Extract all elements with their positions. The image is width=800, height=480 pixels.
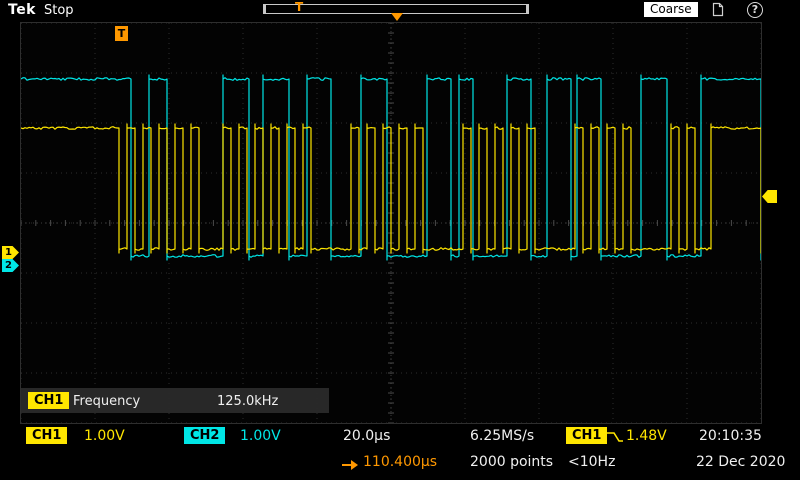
coarse-button[interactable]: Coarse <box>644 2 698 17</box>
ch1-reference-marker[interactable]: 1 <box>2 246 19 259</box>
graticule: T <box>20 22 762 424</box>
trigger-level-marker[interactable] <box>762 190 777 203</box>
measurement-name: Frequency <box>73 394 140 409</box>
tek-logo: Tek <box>8 2 36 18</box>
clock-time: 20:10:35 <box>699 428 762 444</box>
ch1-waveform <box>21 124 761 253</box>
measurement-channel-badge: CH1 <box>28 392 69 409</box>
record-length-readout: 2000 points <box>470 454 553 470</box>
trigger-frequency-readout: <10Hz <box>568 454 615 470</box>
help-icon[interactable]: ? <box>747 2 763 18</box>
document-icon <box>711 2 725 17</box>
waveform-display <box>21 23 761 423</box>
trigger-level-readout: 1.48V <box>626 428 667 444</box>
trigger-time-flag[interactable]: T <box>115 26 128 41</box>
falling-edge-icon <box>606 429 624 448</box>
record-trigger-marker: T <box>295 0 303 14</box>
acquisition-status: Stop <box>44 3 74 18</box>
ch1-badge: CH1 <box>26 427 67 444</box>
ch1-scale: 1.00V <box>84 428 125 444</box>
ch2-reference-marker[interactable]: 2 <box>2 259 19 272</box>
timebase-readout: 20.0µs <box>343 428 390 444</box>
measurement-value: 125.0kHz <box>217 394 278 409</box>
date-readout: 22 Dec 2020 <box>696 454 785 470</box>
sample-rate-readout: 6.25MS/s <box>470 428 534 444</box>
trigger-source-badge: CH1 <box>566 427 607 444</box>
ch2-badge: CH2 <box>184 427 225 444</box>
delay-arrow-icon <box>341 456 359 475</box>
measurement-box: CH1 Frequency 125.0kHz <box>21 388 329 413</box>
horizontal-delay-readout: 110.400µs <box>363 454 437 470</box>
trigger-position-icon[interactable] <box>391 13 403 21</box>
oscilloscope-screen: Tek Stop T Coarse ? T 1 2 CH1 Frequency … <box>0 0 800 480</box>
ch2-scale: 1.00V <box>240 428 281 444</box>
